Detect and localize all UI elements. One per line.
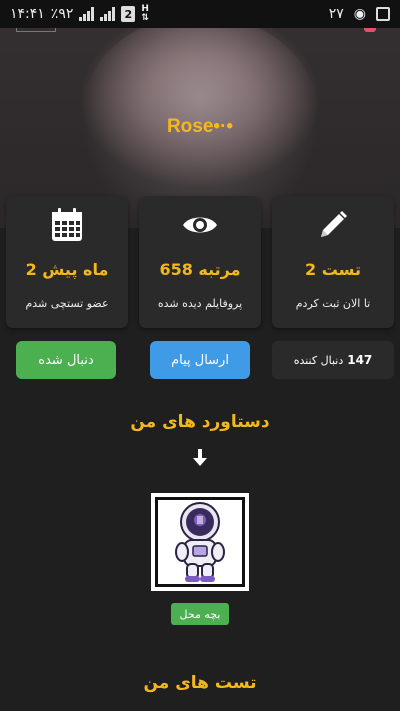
pencil-icon — [272, 208, 394, 242]
sim-icon: 2 — [121, 6, 136, 22]
battery-text: ٪۹۲ — [50, 6, 74, 22]
signal-icon — [79, 7, 95, 21]
profile-name: Rose•·• — [166, 116, 234, 137]
menu-indicator[interactable] — [364, 28, 376, 32]
achievement-label: بچه محل — [171, 603, 229, 625]
back-button[interactable] — [16, 28, 56, 32]
network-type: H — [141, 4, 149, 14]
arrow-down-icon — [191, 448, 209, 468]
signal-icon-2 — [100, 7, 116, 21]
stat-card-views: 658 مرتبه پروفایلم دیده شده — [139, 196, 261, 328]
followers-counter[interactable]: دنبال کننده 147 — [272, 341, 394, 379]
eye-icon — [139, 208, 261, 242]
send-message-button[interactable]: ارسال پیام — [150, 341, 250, 379]
stat-value: 2 تست — [305, 260, 361, 279]
stat-card-tests: 2 تست تا الان ثبت کردم — [272, 196, 394, 328]
stat-label: عضو تستچی شدم — [25, 297, 109, 310]
notification-count: ۲۷ — [328, 6, 344, 22]
stats-row: 2 ماه پیش عضو تستچی شدم 658 مرتبه پروفای… — [6, 196, 394, 328]
stat-card-membership: 2 ماه پیش عضو تستچی شدم — [6, 196, 128, 328]
achievements-title: دستاورد های من — [130, 412, 270, 432]
stat-value: 2 ماه پیش — [25, 260, 109, 279]
gallery-icon — [376, 7, 390, 21]
calendar-icon — [6, 208, 128, 242]
followers-label: دنبال کننده — [293, 353, 344, 367]
achievement-badge[interactable] — [151, 493, 249, 591]
followers-count: 147 — [347, 353, 373, 367]
tests-title: تست های من — [143, 673, 257, 693]
status-right: ۲۷ ◉ — [329, 6, 390, 22]
status-bar: ۱۴:۴۱ ٪۹۲ 2 H ⇅ ۲۷ ◉ — [0, 0, 400, 28]
stat-label: پروفایلم دیده شده — [157, 297, 243, 310]
network-type-icon: H ⇅ — [141, 4, 149, 23]
clock: ۱۴:۴۱ — [10, 6, 45, 22]
sync-icon: ◉ — [353, 6, 366, 22]
follow-button[interactable]: دنبال شده — [16, 341, 116, 379]
stat-label: تا الان ثبت کردم — [295, 297, 371, 310]
astronaut-icon — [155, 497, 245, 587]
stat-value: 658 مرتبه — [159, 260, 241, 279]
status-left: ۱۴:۴۱ ٪۹۲ 2 H ⇅ — [10, 5, 149, 23]
